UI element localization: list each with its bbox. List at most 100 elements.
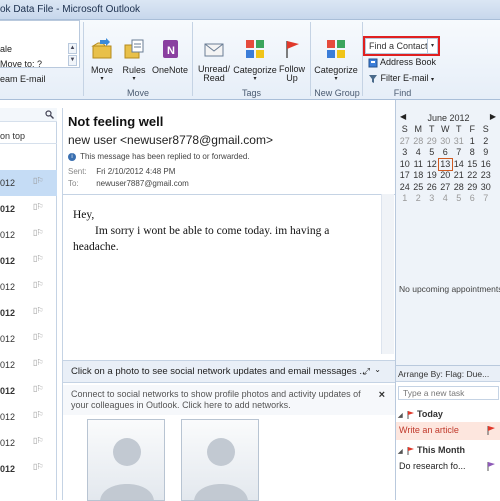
- calendar-day[interactable]: 1: [398, 193, 412, 205]
- reading-pane-scrollbar[interactable]: [381, 194, 394, 354]
- calendar-day[interactable]: 7: [452, 147, 466, 159]
- list-item[interactable]: 012 ▯⚐: [0, 326, 57, 352]
- next-month-icon[interactable]: ▶: [490, 112, 496, 121]
- flag-icon[interactable]: ▯⚐: [33, 358, 47, 368]
- message-info-bar[interactable]: i This message has been replied to or fo…: [68, 152, 250, 161]
- collapse-icon[interactable]: ◢: [398, 448, 404, 455]
- task-item[interactable]: Write an article: [396, 422, 500, 440]
- calendar-day[interactable]: 5: [425, 147, 439, 159]
- close-icon[interactable]: ×: [379, 389, 385, 401]
- find-contact-input[interactable]: Find a Contact ▾: [363, 36, 440, 56]
- list-item[interactable]: 012 ▯⚐: [0, 404, 57, 430]
- search-icon[interactable]: [45, 110, 54, 119]
- calendar-day[interactable]: 30: [439, 136, 453, 148]
- calendar-day[interactable]: 28: [412, 136, 426, 148]
- list-item[interactable]: 012 ▯⚐: [0, 430, 57, 456]
- dropdown-arrow-icon[interactable]: ▾: [427, 39, 437, 53]
- expand-icon[interactable]: ⤢: [363, 366, 370, 377]
- task-group-this-month[interactable]: ◢ This Month: [398, 445, 465, 455]
- calendar-day[interactable]: 5: [452, 193, 466, 205]
- calendar-day[interactable]: 9: [479, 147, 493, 159]
- calendar-day[interactable]: 4: [439, 193, 453, 205]
- calendar-day[interactable]: 14: [452, 159, 466, 171]
- gallery-down-icon[interactable]: ▼: [68, 55, 77, 66]
- contact-photo[interactable]: [181, 419, 259, 501]
- calendar-day[interactable]: 2: [479, 136, 493, 148]
- list-item[interactable]: 012 ▯⚐: [0, 352, 57, 378]
- list-item[interactable]: 012 ▯⚐: [0, 248, 57, 274]
- flag-icon[interactable]: ▯⚐: [33, 306, 47, 316]
- calendar-day[interactable]: 2: [412, 193, 426, 205]
- gallery-up-icon[interactable]: ▲: [68, 43, 77, 54]
- calendar-day[interactable]: 20: [439, 170, 453, 182]
- calendar-day[interactable]: 25: [412, 182, 426, 194]
- rules-button[interactable]: Rules ▾: [120, 38, 148, 82]
- categorize-new-group-button[interactable]: Categorize ▾: [313, 38, 359, 82]
- calendar-day[interactable]: 13: [437, 157, 453, 171]
- task-item[interactable]: Do research fo...: [396, 458, 500, 476]
- calendar-day[interactable]: 21: [452, 170, 466, 182]
- message-sender[interactable]: new user <newuser8778@gmail.com>: [68, 133, 273, 147]
- list-item[interactable]: 012 ▯⚐: [0, 170, 57, 196]
- flag-icon[interactable]: ▯⚐: [33, 410, 47, 420]
- new-task-input[interactable]: Type a new task: [398, 386, 499, 400]
- sort-label[interactable]: on top: [0, 130, 57, 144]
- calendar-day[interactable]: 17: [398, 170, 412, 182]
- quick-step-item[interactable]: Move to: ?: [0, 59, 42, 69]
- calendar-day[interactable]: 27: [439, 182, 453, 194]
- calendar-day[interactable]: 8: [466, 147, 480, 159]
- calendar-day[interactable]: 10: [398, 159, 412, 171]
- calendar-day[interactable]: 6: [466, 193, 480, 205]
- quick-step-item[interactable]: eam E-mail: [0, 74, 46, 84]
- list-item[interactable]: 012 ▯⚐: [0, 222, 57, 248]
- calendar-day[interactable]: 11: [412, 159, 426, 171]
- date-navigator[interactable]: S M T W T F S 27 28 29 30 31 1 2 3 4 5 6 7 8 9 10 11 12 13 14 15 16…: [398, 124, 493, 205]
- flag-icon[interactable]: ▯⚐: [33, 254, 47, 264]
- calendar-day[interactable]: 4: [412, 147, 426, 159]
- quick-steps-gallery[interactable]: ale Move to: ? eam E-mail ▲ ▼: [0, 20, 80, 84]
- flag-icon[interactable]: [486, 425, 496, 435]
- flag-icon[interactable]: ▯⚐: [33, 228, 47, 238]
- flag-icon[interactable]: ▯⚐: [33, 280, 47, 290]
- filter-email-button[interactable]: Filter E-mail ▾: [368, 73, 434, 84]
- flag-icon[interactable]: ▯⚐: [33, 332, 47, 342]
- arrange-by[interactable]: Arrange By: Flag: Due...: [396, 366, 500, 382]
- calendar-day[interactable]: 22: [466, 170, 480, 182]
- flag-icon[interactable]: ▯⚐: [33, 384, 47, 394]
- collapse-icon[interactable]: ◢: [398, 412, 404, 419]
- calendar-day[interactable]: 16: [479, 159, 493, 171]
- message-body[interactable]: Hey, Im sorry i wont be able to come tod…: [63, 194, 395, 354]
- calendar-day[interactable]: 28: [452, 182, 466, 194]
- calendar-day[interactable]: 12: [425, 159, 439, 171]
- list-item[interactable]: 012 ▯⚐: [0, 378, 57, 404]
- calendar-day[interactable]: 3: [425, 193, 439, 205]
- calendar-day[interactable]: 29: [466, 182, 480, 194]
- onenote-button[interactable]: N OneNote: [151, 38, 189, 75]
- calendar-day[interactable]: 15: [466, 159, 480, 171]
- calendar-day[interactable]: 31: [452, 136, 466, 148]
- flag-icon[interactable]: ▯⚐: [33, 202, 47, 212]
- flag-icon[interactable]: [486, 461, 496, 471]
- calendar-day[interactable]: 29: [425, 136, 439, 148]
- contact-photo[interactable]: [87, 419, 165, 501]
- to-value[interactable]: newuser7887@gmail.com: [96, 179, 189, 188]
- task-group-today[interactable]: ◢ Today: [398, 409, 443, 419]
- calendar-day[interactable]: 7: [479, 193, 493, 205]
- calendar-day[interactable]: 27: [398, 136, 412, 148]
- list-item[interactable]: 012 ▯⚐: [0, 196, 57, 222]
- calendar-day[interactable]: 1: [466, 136, 480, 148]
- search-box[interactable]: [0, 108, 57, 122]
- calendar-day[interactable]: 18: [412, 170, 426, 182]
- list-item[interactable]: 012 ▯⚐: [0, 274, 57, 300]
- follow-up-button[interactable]: Follow Up: [277, 38, 307, 83]
- calendar-day[interactable]: 30: [479, 182, 493, 194]
- categorize-button[interactable]: Categorize ▾: [233, 38, 277, 82]
- list-item[interactable]: 012 ▯⚐: [0, 300, 57, 326]
- calendar-day[interactable]: 23: [479, 170, 493, 182]
- calendar-day[interactable]: 19: [425, 170, 439, 182]
- calendar-day[interactable]: 24: [398, 182, 412, 194]
- calendar-day[interactable]: 6: [439, 147, 453, 159]
- chevron-down-icon[interactable]: ⌄: [374, 365, 381, 374]
- flag-icon[interactable]: ▯⚐: [33, 462, 47, 472]
- address-book-button[interactable]: Address Book: [368, 57, 436, 68]
